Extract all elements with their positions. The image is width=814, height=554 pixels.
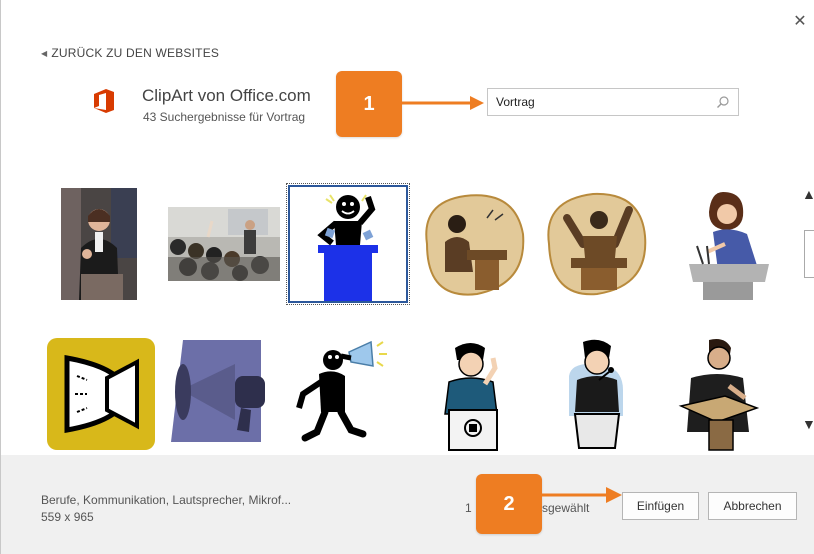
result-speaker-woman-photo[interactable] [61, 188, 137, 300]
selected-count: 1 [465, 501, 472, 515]
search-box [487, 88, 739, 116]
result-woman-podium-clipart[interactable] [673, 186, 773, 302]
result-man-lectern-clipart[interactable] [669, 336, 769, 452]
back-to-websites-link[interactable]: ◀ ZURÜCK ZU DEN WEBSITES [41, 46, 219, 60]
result-classroom-photo[interactable] [168, 207, 280, 281]
arrow-to-insert-icon [542, 487, 622, 503]
source-title: ClipArt von Office.com [142, 86, 311, 105]
scroll-down-icon[interactable]: ▼ [802, 416, 814, 432]
clipart-results-grid [41, 180, 801, 455]
selected-image-dimensions: 559 x 965 [41, 510, 94, 524]
result-person-megaphone-clipart[interactable] [289, 338, 405, 448]
clipart-dialog: ✕ ◀ ZURÜCK ZU DEN WEBSITES ClipArt von O… [0, 0, 814, 554]
result-megaphone-yellow-clipart[interactable] [47, 338, 155, 450]
result-megaphone-purple-clipart[interactable] [165, 330, 277, 452]
chevron-left-icon: ◀ [41, 48, 48, 58]
back-link-label: ZURÜCK ZU DEN WEBSITES [51, 46, 220, 60]
result-speaker-podium-clipart[interactable] [286, 183, 410, 305]
insert-button[interactable]: Einfügen [622, 492, 699, 520]
selected-image-tags: Berufe, Kommunikation, Lautsprecher, Mik… [41, 493, 292, 507]
speaker-podium-clipart-icon [317, 194, 378, 301]
callout-step-1: 1 [336, 71, 402, 137]
result-summary: 43 Suchergebnisse für Vortrag [143, 110, 306, 124]
result-man-microphone-clipart[interactable] [547, 336, 647, 452]
search-input[interactable] [488, 89, 698, 115]
scroll-up-icon[interactable]: ▲ [802, 186, 814, 202]
result-man-thinking-podium-clipart[interactable] [423, 338, 523, 452]
office-logo [94, 89, 114, 113]
scrollbar-thumb[interactable] [804, 230, 814, 278]
result-woman-lecture-clipart[interactable] [417, 188, 529, 300]
search-icon[interactable] [716, 95, 730, 109]
cancel-button[interactable]: Abbrechen [708, 492, 797, 520]
result-man-lecture-clipart[interactable] [541, 188, 651, 300]
arrow-to-search-icon [402, 96, 484, 110]
callout-step-2: 2 [476, 474, 542, 534]
close-icon[interactable]: ✕ [792, 14, 808, 30]
